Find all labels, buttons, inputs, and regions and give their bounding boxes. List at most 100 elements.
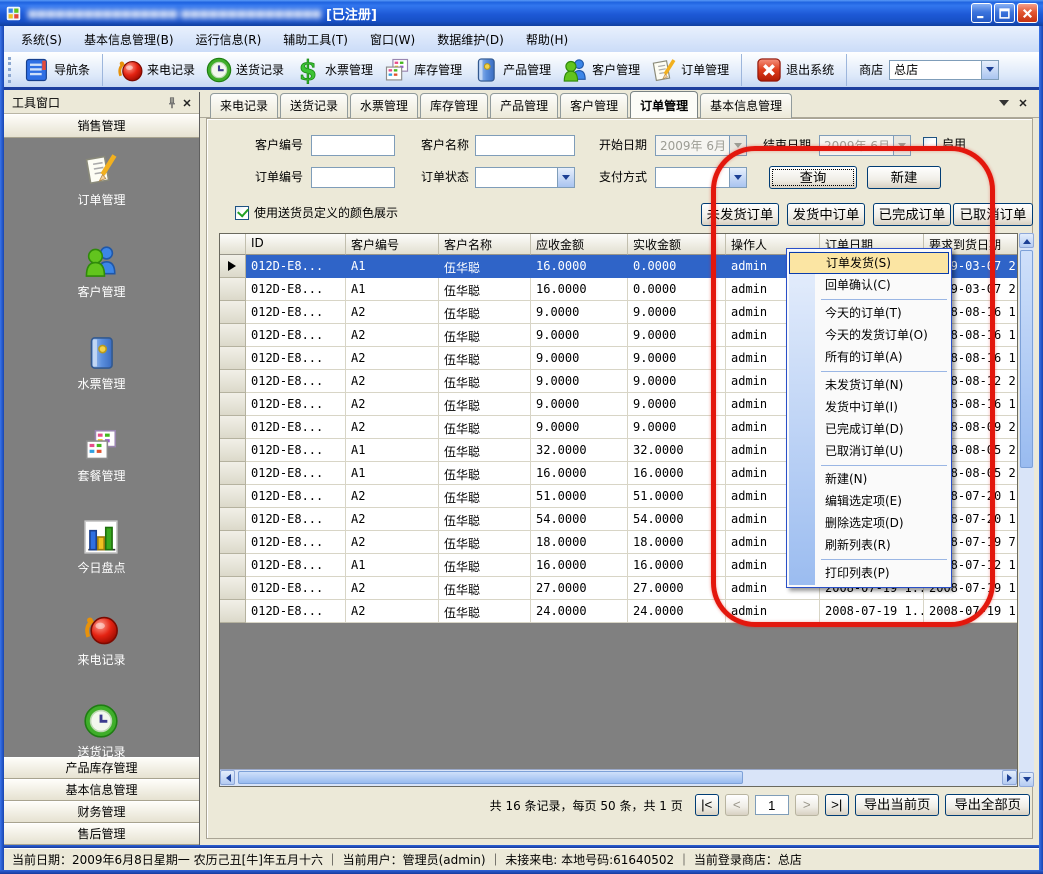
chevron-down-icon[interactable] xyxy=(729,136,746,155)
customer-code-input[interactable] xyxy=(311,135,395,156)
grid-column-header[interactable]: 实收金额 xyxy=(628,234,726,255)
row-selector-cell[interactable] xyxy=(220,347,246,370)
document-tab[interactable]: 订单管理 xyxy=(630,91,698,118)
menu-item[interactable]: 窗口(W) xyxy=(359,27,426,52)
row-selector-cell[interactable] xyxy=(220,255,246,278)
sidebar-item[interactable]: 送货记录 xyxy=(77,702,125,760)
document-tab[interactable]: 客户管理 xyxy=(560,93,628,118)
sidebar-section-bar[interactable]: 售后管理 xyxy=(4,823,199,845)
context-menu-item[interactable]: 未发货订单(N) xyxy=(789,374,949,396)
toolbar-button[interactable]: 水票管理 xyxy=(289,54,378,86)
status-filter-button[interactable]: 已取消订单 xyxy=(953,203,1033,226)
customer-name-input[interactable] xyxy=(475,135,575,156)
sidebar-item[interactable]: 订单管理 xyxy=(77,150,125,208)
pay-method-select[interactable] xyxy=(655,167,747,188)
chevron-down-icon[interactable] xyxy=(557,168,574,187)
checkbox-checked-icon[interactable] xyxy=(235,206,249,220)
document-tab[interactable]: 送货记录 xyxy=(280,93,348,118)
sidebar-item[interactable]: 套餐管理 xyxy=(77,426,125,484)
menu-item[interactable]: 数据维护(D) xyxy=(426,27,515,52)
toolbar-grip[interactable] xyxy=(8,57,14,83)
scroll-right-icon[interactable] xyxy=(1002,770,1017,785)
toolbar-button[interactable]: 导航条 xyxy=(18,54,103,86)
row-selector-cell[interactable] xyxy=(220,600,246,623)
sidebar-item[interactable]: 水票管理 xyxy=(77,334,125,392)
document-tab[interactable]: 库存管理 xyxy=(420,93,488,118)
sidebar-section-bar[interactable]: 产品库存管理 xyxy=(4,757,199,779)
shop-select[interactable]: 总店 xyxy=(889,60,999,80)
scroll-up-icon[interactable] xyxy=(1019,233,1034,248)
new-button[interactable]: 新建 xyxy=(867,166,941,189)
document-tab[interactable]: 水票管理 xyxy=(350,93,418,118)
document-tab[interactable]: 基本信息管理 xyxy=(700,93,792,118)
export-current-page-button[interactable]: 导出当前页 xyxy=(855,794,940,816)
toolbar-button[interactable]: 来电记录 xyxy=(111,54,200,86)
document-tab[interactable]: 来电记录 xyxy=(210,93,278,118)
row-selector-cell[interactable] xyxy=(220,439,246,462)
toolbar-button[interactable]: 库存管理 xyxy=(378,54,467,86)
prev-page-button[interactable]: < xyxy=(725,794,749,816)
document-tab[interactable]: 产品管理 xyxy=(490,93,558,118)
pin-icon[interactable] xyxy=(164,95,179,110)
minimize-button[interactable] xyxy=(971,3,992,23)
grid-column-header[interactable]: ID xyxy=(246,234,346,255)
row-selector-cell[interactable] xyxy=(220,485,246,508)
checkbox-icon[interactable] xyxy=(923,137,937,151)
context-menu-item[interactable]: 发货中订单(I) xyxy=(789,396,949,418)
first-page-button[interactable]: |< xyxy=(695,794,719,816)
toolbar-button[interactable]: 退出系统 xyxy=(750,54,847,86)
order-status-select[interactable] xyxy=(475,167,575,188)
context-menu-item[interactable]: 已取消订单(U) xyxy=(789,440,949,462)
start-date-picker[interactable]: 2009年 6月 8日 xyxy=(655,135,747,156)
context-menu-item[interactable]: 订单发货(S) xyxy=(789,252,949,274)
row-selector-cell[interactable] xyxy=(220,370,246,393)
menu-item[interactable]: 基本信息管理(B) xyxy=(73,27,185,52)
context-menu-item[interactable]: 刷新列表(R) xyxy=(789,534,949,556)
scroll-down-icon[interactable] xyxy=(1019,772,1034,787)
enable-date-checkbox[interactable]: 启用 xyxy=(923,135,966,152)
row-selector-cell[interactable] xyxy=(220,416,246,439)
last-page-button[interactable]: >| xyxy=(825,794,849,816)
toolbar-button[interactable]: 客户管理 xyxy=(556,54,645,86)
status-filter-button[interactable]: 未发货订单 xyxy=(701,203,779,226)
chevron-down-icon[interactable] xyxy=(981,61,998,79)
vertical-scroll-thumb[interactable] xyxy=(1020,250,1033,468)
next-page-button[interactable]: > xyxy=(795,794,819,816)
toolbar-button[interactable]: 送货记录 xyxy=(200,54,289,86)
menu-item[interactable]: 帮助(H) xyxy=(515,27,579,52)
row-selector-cell[interactable] xyxy=(220,531,246,554)
row-selector-cell[interactable] xyxy=(220,554,246,577)
scroll-left-icon[interactable] xyxy=(220,770,235,785)
export-all-pages-button[interactable]: 导出全部页 xyxy=(945,794,1030,816)
context-menu-item[interactable]: 编辑选定项(E) xyxy=(789,490,949,512)
status-filter-button[interactable]: 发货中订单 xyxy=(787,203,865,226)
sidebar-item[interactable]: 客户管理 xyxy=(77,242,125,300)
row-selector-cell[interactable] xyxy=(220,393,246,416)
chevron-down-icon[interactable] xyxy=(893,136,910,155)
horizontal-scroll-thumb[interactable] xyxy=(238,771,743,784)
row-selector-cell[interactable] xyxy=(220,577,246,600)
sidebar-item[interactable]: 今日盘点 xyxy=(77,518,125,576)
context-menu-item[interactable]: 打印列表(P) xyxy=(789,562,949,584)
maximize-button[interactable] xyxy=(994,3,1015,23)
tab-close-icon[interactable] xyxy=(1017,97,1029,109)
vertical-scrollbar[interactable] xyxy=(1019,233,1034,787)
row-selector-cell[interactable] xyxy=(220,278,246,301)
row-selector-cell[interactable] xyxy=(220,301,246,324)
context-menu-item[interactable]: 回单确认(C) xyxy=(789,274,949,296)
row-selector-cell[interactable] xyxy=(220,508,246,531)
close-button[interactable] xyxy=(1017,3,1038,23)
toolbar-button[interactable]: 产品管理 xyxy=(467,54,556,86)
context-menu-item[interactable]: 已完成订单(D) xyxy=(789,418,949,440)
tab-list-dropdown-icon[interactable] xyxy=(999,100,1009,111)
sidebar-section-sales[interactable]: 销售管理 xyxy=(4,114,199,138)
order-code-input[interactable] xyxy=(311,167,395,188)
context-menu-item[interactable]: 今天的订单(T) xyxy=(789,302,949,324)
context-menu-item[interactable]: 删除选定项(D) xyxy=(789,512,949,534)
toolbar-button[interactable]: 订单管理 xyxy=(645,54,742,86)
context-menu-item[interactable]: 所有的订单(A) xyxy=(789,346,949,368)
query-button[interactable]: 查询 xyxy=(769,166,857,189)
context-menu-item[interactable]: 新建(N) xyxy=(789,468,949,490)
menu-item[interactable]: 辅助工具(T) xyxy=(272,27,359,52)
grid-column-header[interactable]: 客户名称 xyxy=(439,234,531,255)
